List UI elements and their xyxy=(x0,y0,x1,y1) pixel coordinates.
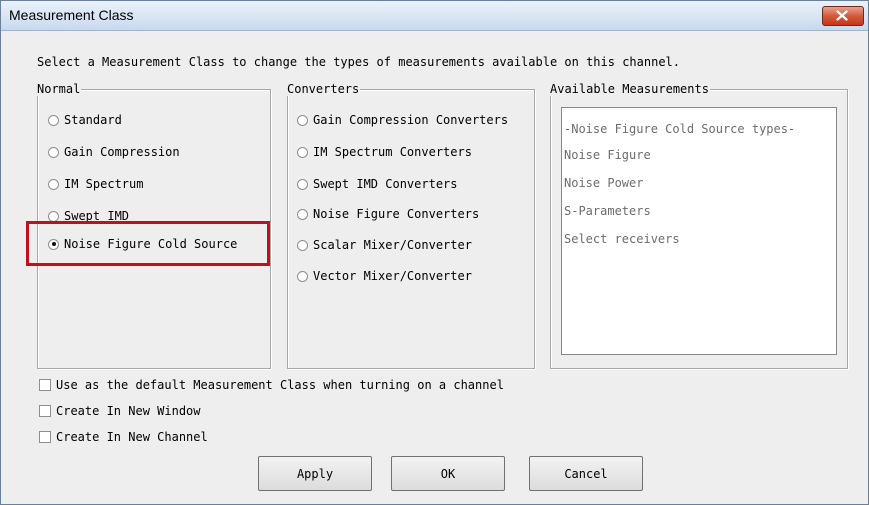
normal-group-label: Normal xyxy=(36,82,82,96)
checkbox-box[interactable] xyxy=(39,431,51,443)
radio-label: Gain Compression Converters xyxy=(313,113,509,127)
close-button[interactable] xyxy=(822,6,864,26)
radio-circle[interactable] xyxy=(48,114,59,126)
close-icon xyxy=(836,10,848,21)
radio-circle[interactable] xyxy=(297,270,308,282)
available-measurements-label: Available Measurements xyxy=(549,82,710,96)
radio-label: Standard xyxy=(64,113,122,127)
radio-circle[interactable] xyxy=(297,114,308,126)
radio-noise-figure-converters[interactable]: Noise Figure Converters xyxy=(297,206,479,222)
checkbox-box[interactable] xyxy=(39,405,51,417)
checkbox-box[interactable] xyxy=(39,379,51,391)
radio-label: Vector Mixer/Converter xyxy=(313,269,472,283)
checkbox-label: Create In New Window xyxy=(56,404,201,418)
checkbox-label: Create In New Channel xyxy=(56,430,208,444)
list-item: Select receivers xyxy=(564,232,680,246)
list-item: Noise Figure xyxy=(564,148,651,162)
ok-button[interactable]: OK xyxy=(391,456,505,491)
radio-circle[interactable] xyxy=(297,178,308,190)
radio-gain-compression[interactable]: Gain Compression xyxy=(48,144,180,160)
radio-im-spectrum-converters[interactable]: IM Spectrum Converters xyxy=(297,144,472,160)
radio-circle[interactable] xyxy=(297,239,308,251)
list-item: S-Parameters xyxy=(564,204,651,218)
radio-label: IM Spectrum Converters xyxy=(313,145,472,159)
radio-circle[interactable] xyxy=(48,178,59,190)
radio-circle[interactable] xyxy=(48,210,59,222)
radio-vector-mixer-converter[interactable]: Vector Mixer/Converter xyxy=(297,268,472,284)
measurement-class-dialog: Measurement Class Select a Measurement C… xyxy=(0,0,869,505)
available-measurements-list[interactable]: -Noise Figure Cold Source types- Noise F… xyxy=(561,107,837,355)
title-bar: Measurement Class xyxy=(1,1,868,31)
apply-button[interactable]: Apply xyxy=(258,456,372,491)
default-class-checkbox[interactable]: Use as the default Measurement Class whe… xyxy=(39,377,504,393)
converters-group: Converters xyxy=(286,82,535,369)
radio-label: Swept IMD Converters xyxy=(313,177,458,191)
radio-standard[interactable]: Standard xyxy=(48,112,122,128)
dialog-title: Measurement Class xyxy=(9,7,134,23)
cancel-button[interactable]: Cancel xyxy=(529,456,643,491)
radio-label: Scalar Mixer/Converter xyxy=(313,238,472,252)
instruction-text: Select a Measurement Class to change the… xyxy=(37,55,680,69)
radio-label: Gain Compression xyxy=(64,145,180,159)
converters-group-label: Converters xyxy=(286,82,361,96)
checkbox-label: Use as the default Measurement Class whe… xyxy=(56,378,504,392)
radio-circle[interactable] xyxy=(297,208,308,220)
radio-label: Noise Figure Converters xyxy=(313,207,480,221)
list-item: -Noise Figure Cold Source types- xyxy=(564,122,796,136)
radio-scalar-mixer-converter[interactable]: Scalar Mixer/Converter xyxy=(297,237,472,253)
list-item: Noise Power xyxy=(564,176,644,190)
new-window-checkbox[interactable]: Create In New Window xyxy=(39,403,201,419)
radio-im-spectrum[interactable]: IM Spectrum xyxy=(48,176,143,192)
new-channel-checkbox[interactable]: Create In New Channel xyxy=(39,429,208,445)
radio-label: IM Spectrum xyxy=(64,177,144,191)
radio-circle[interactable] xyxy=(48,146,59,158)
selection-highlight-box xyxy=(26,221,270,266)
radio-circle[interactable] xyxy=(297,146,308,158)
radio-swept-imd-converters[interactable]: Swept IMD Converters xyxy=(297,176,458,192)
radio-gain-compression-converters[interactable]: Gain Compression Converters xyxy=(297,112,508,128)
